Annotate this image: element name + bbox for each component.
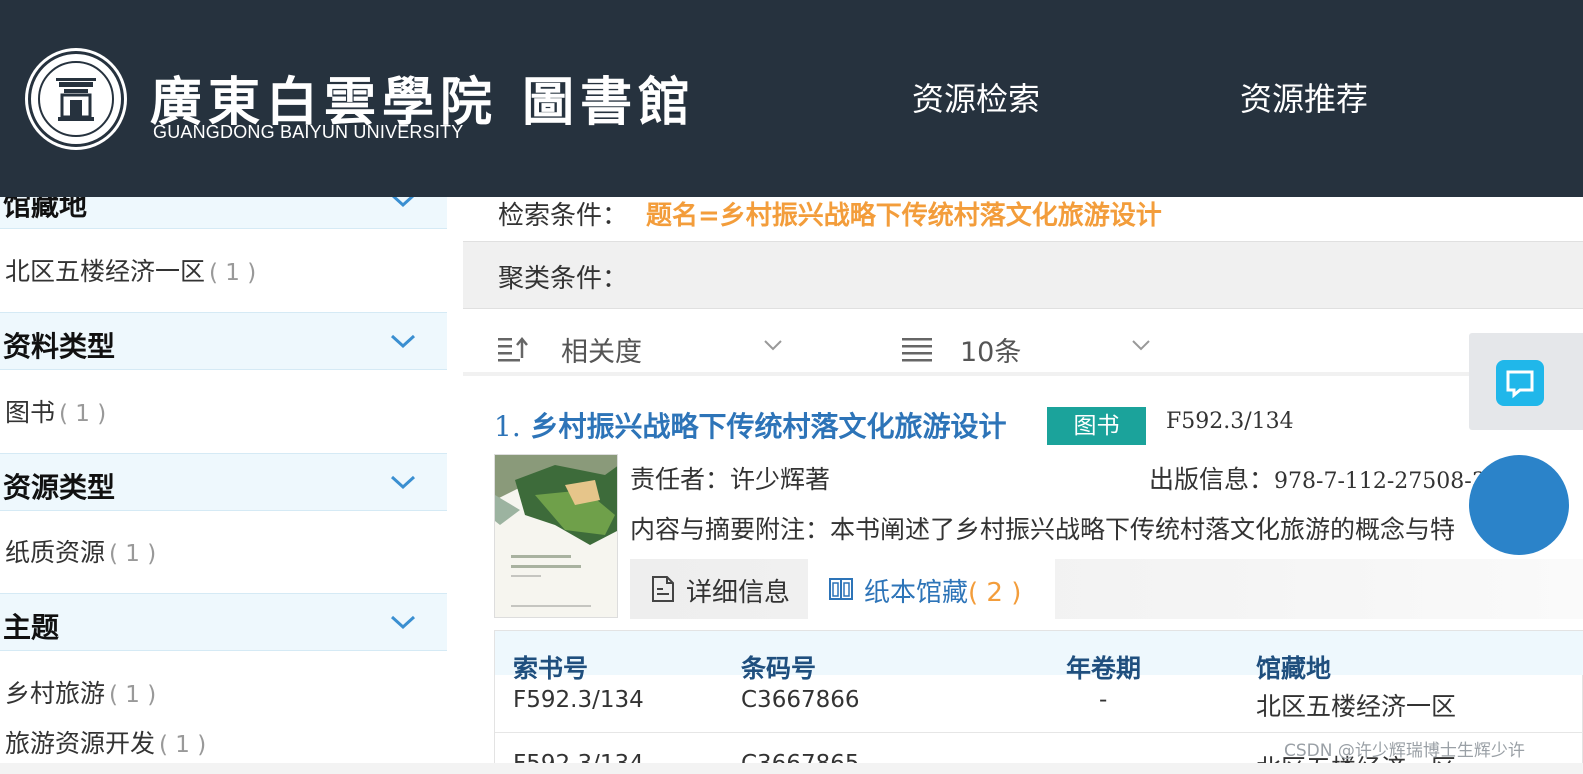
holdings-count: ( 2 ) bbox=[968, 578, 1022, 608]
nav-resource-search[interactable]: 资源检索 bbox=[912, 74, 1040, 120]
tab-detail-info[interactable]: 详细信息 bbox=[630, 559, 808, 619]
facet-title: 馆藏地 bbox=[3, 197, 88, 222]
bottom-scroll-area bbox=[0, 763, 1583, 774]
book-cover-art bbox=[495, 455, 617, 617]
table-row: F592.3/134 C3667866 - 北区五楼经济一区 bbox=[495, 675, 1583, 733]
facet-item-label: 北区五楼经济一区 bbox=[5, 257, 206, 286]
chevron-down-icon[interactable] bbox=[1131, 339, 1151, 351]
facet-item-subject[interactable]: 乡村旅游( 1 ) bbox=[5, 674, 156, 710]
result-title-link[interactable]: 1. 乡村振兴战略下传统村落文化旅游设计 bbox=[494, 405, 1006, 445]
search-condition-label: 检索条件： bbox=[498, 201, 629, 231]
result-type-badge: 图书 bbox=[1047, 407, 1146, 445]
university-seal-logo[interactable] bbox=[28, 51, 124, 147]
facet-item-location[interactable]: 北区五楼经济一区( 1 ) bbox=[5, 252, 256, 288]
facet-header-location[interactable]: 馆藏地 bbox=[0, 197, 447, 229]
facet-item-count: ( 1 ) bbox=[209, 260, 257, 286]
chevron-down-icon[interactable] bbox=[388, 197, 418, 210]
author-value: 许少辉著 bbox=[730, 465, 831, 494]
pub-label: 出版信息： bbox=[1149, 465, 1275, 494]
watermark-text: CSDN @许少辉瑞博士生辉少许 bbox=[1284, 741, 1525, 761]
document-icon bbox=[652, 576, 674, 602]
result-title-text: 乡村振兴战略下传统村落文化旅游设计 bbox=[530, 410, 1007, 443]
facet-header-material-type[interactable]: 资料类型 bbox=[0, 312, 447, 370]
results-toolbar: 相关度 10条 bbox=[463, 310, 1583, 376]
facet-item-resource-type[interactable]: 纸质资源( 1 ) bbox=[5, 533, 156, 569]
result-publication: 出版信息：978-7-112-27508-3 bbox=[1149, 460, 1486, 496]
app-glyph-icon bbox=[1506, 370, 1534, 399]
tab-label-text: 纸本馆藏 bbox=[864, 578, 969, 608]
cell-barcode: C3667866 bbox=[741, 687, 860, 713]
gate-icon bbox=[56, 78, 96, 121]
chevron-down-icon[interactable] bbox=[388, 472, 418, 492]
result-abstract: 内容与摘要附注：本书阐述了乡村振兴战略下传统村落文化旅游的概念与特 bbox=[630, 510, 1455, 546]
nav-resource-recommend[interactable]: 资源推荐 bbox=[1240, 74, 1368, 120]
page-size-select[interactable]: 10条 bbox=[960, 330, 1021, 369]
list-icon bbox=[902, 338, 932, 362]
result-author: 责任者：许少辉著 bbox=[630, 460, 830, 496]
app-icon bbox=[1496, 360, 1544, 406]
sort-select[interactable]: 相关度 bbox=[561, 330, 642, 369]
result-tabs: 详细信息 纸本馆藏( 2 ) bbox=[630, 559, 1583, 619]
chevron-down-icon[interactable] bbox=[388, 331, 418, 351]
facet-header-subject[interactable]: 主题 bbox=[0, 593, 447, 651]
result-index: 1. bbox=[494, 410, 521, 443]
facet-sidebar: 馆藏地 北区五楼经济一区( 1 ) 资料类型 图书( 1 ) 资源类型 纸质资源… bbox=[0, 197, 447, 774]
site-header: 廣東白雲學院 圖書館 GUANGDONG BAIYUN UNIVERSITY 资… bbox=[0, 0, 1583, 197]
author-label: 责任者： bbox=[630, 465, 731, 494]
cell-volume: - bbox=[1099, 687, 1108, 713]
cluster-condition-label: 聚类条件： bbox=[498, 264, 629, 294]
chevron-down-icon[interactable] bbox=[763, 339, 783, 351]
tab-label: 纸本馆藏( 2 ) bbox=[864, 572, 1021, 609]
chevron-down-icon[interactable] bbox=[388, 612, 418, 632]
facet-item-subject[interactable]: 旅游资源开发( 1 ) bbox=[5, 724, 206, 760]
tab-print-holdings[interactable]: 纸本馆藏( 2 ) bbox=[808, 559, 1055, 619]
abstract-label: 内容与摘要附注： bbox=[630, 515, 831, 544]
abstract-value: 本书阐述了乡村振兴战略下传统村落文化旅游的概念与特 bbox=[830, 515, 1456, 544]
holdings-table-header: 索书号 条码号 年卷期 馆藏地 bbox=[495, 631, 1583, 683]
sort-icon bbox=[498, 337, 528, 362]
search-condition-row: 检索条件： 题名=乡村振兴战略下传统村落文化旅游设计 bbox=[463, 197, 1583, 241]
facet-title: 资源类型 bbox=[3, 471, 116, 504]
cell-location: 北区五楼经济一区 bbox=[1256, 692, 1457, 721]
book-cover-image[interactable] bbox=[494, 454, 618, 618]
search-condition-value: 题名=乡村振兴战略下传统村落文化旅游设计 bbox=[646, 201, 1162, 231]
results-main: 检索条件： 题名=乡村振兴战略下传统村落文化旅游设计 聚类条件： 相关度 10条… bbox=[463, 197, 1583, 774]
facet-item-material-type[interactable]: 图书( 1 ) bbox=[5, 393, 106, 429]
result-call-number: F592.3/134 bbox=[1166, 409, 1294, 434]
facet-title: 资料类型 bbox=[3, 330, 116, 363]
library-name-en: GUANGDONG BAIYUN UNIVERSITY bbox=[153, 122, 464, 142]
tab-label: 详细信息 bbox=[686, 578, 791, 608]
facet-item-count: ( 1 ) bbox=[159, 732, 207, 758]
book-icon bbox=[829, 578, 853, 600]
facet-item-count: ( 1 ) bbox=[109, 541, 157, 567]
facet-header-resource-type[interactable]: 资源类型 bbox=[0, 453, 447, 511]
floating-app-widget[interactable] bbox=[1469, 333, 1583, 430]
floating-action-button[interactable] bbox=[1469, 455, 1569, 555]
facet-item-label: 纸质资源 bbox=[5, 538, 106, 567]
facet-item-label: 乡村旅游 bbox=[5, 679, 106, 708]
facet-item-label: 旅游资源开发 bbox=[5, 729, 156, 758]
facet-item-label: 图书 bbox=[5, 398, 56, 427]
facet-item-count: ( 1 ) bbox=[109, 682, 157, 708]
facet-item-count: ( 1 ) bbox=[59, 401, 107, 427]
pub-value: 978-7-112-27508-3 bbox=[1274, 469, 1486, 494]
facet-title: 主题 bbox=[3, 611, 60, 644]
cluster-condition-row: 聚类条件： bbox=[463, 241, 1583, 309]
cell-call-number: F592.3/134 bbox=[513, 687, 644, 713]
